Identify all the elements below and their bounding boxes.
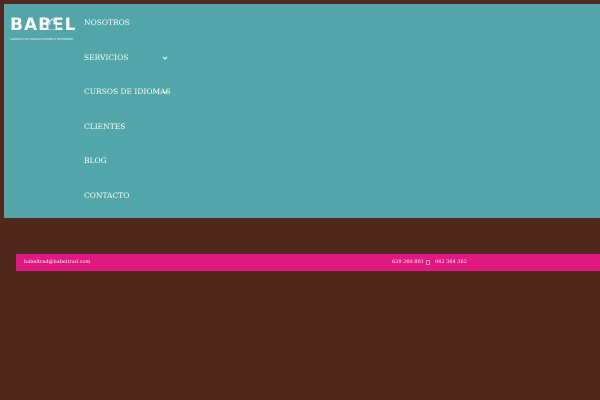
nav-item-servicios[interactable]: SERVICIOS	[84, 48, 174, 68]
nav-item-label: CONTACTO	[84, 191, 130, 200]
nav-item-label: NOSOTROS	[84, 18, 130, 27]
logo-wordmark: BABEL	[10, 15, 77, 35]
chevron-down-icon[interactable]	[162, 89, 168, 95]
nav-item-nosotros[interactable]: NOSOTROS	[84, 13, 174, 33]
chevron-down-icon[interactable]	[162, 55, 168, 61]
contact-phone-mobile[interactable]: 629 260 801	[392, 254, 424, 271]
nav-item-label: SERVICIOS	[84, 53, 129, 62]
nav-item-cursos-de-idiomas[interactable]: CURSOS DE IDIOMAS	[84, 82, 174, 102]
contact-bar: babeltrad@babeltrad.com 629 260 801 942 …	[16, 254, 600, 271]
contact-phone-landline[interactable]: 942 364 362	[435, 254, 467, 271]
nav-item-label: BLOG	[84, 156, 107, 165]
nav-item-clientes[interactable]: CLIENTES	[84, 117, 174, 137]
contact-email-link[interactable]: babeltrad@babeltrad.com	[24, 254, 90, 271]
header-menu-panel: BABEL AGENCIA DE TRADUCCIONES E INTÉRPRE…	[4, 4, 600, 218]
logo-tower-icon	[47, 18, 57, 30]
logo-tagline: AGENCIA DE TRADUCCIONES E INTÉRPRETES	[10, 37, 74, 41]
nav-item-blog[interactable]: BLOG	[84, 151, 174, 171]
nav-item-label: CURSOS DE IDIOMAS	[84, 87, 171, 96]
nav-item-label: CLIENTES	[84, 122, 126, 131]
nav-item-contacto[interactable]: CONTACTO	[84, 186, 174, 206]
phone-icon	[426, 260, 430, 265]
babel-logo[interactable]: BABEL AGENCIA DE TRADUCCIONES E INTÉRPRE…	[10, 16, 76, 46]
